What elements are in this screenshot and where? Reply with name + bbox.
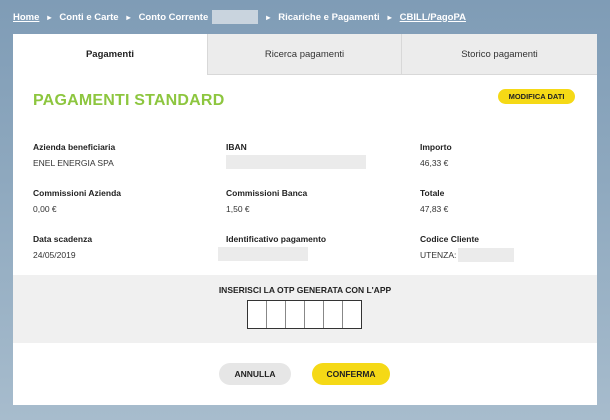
breadcrumb-conti-e-carte[interactable]: Conti e Carte (59, 12, 118, 23)
conferma-button[interactable]: CONFERMA (312, 363, 390, 385)
azienda-label: Azienda beneficiaria (33, 142, 116, 152)
page-title: PAGAMENTI STANDARD (33, 92, 225, 109)
breadcrumb: Home ▸ Conti e Carte ▸ Conto Corrente ▸ … (13, 9, 466, 25)
tab-pagamenti[interactable]: Pagamenti (13, 34, 207, 75)
tab-ricerca-pagamenti[interactable]: Ricerca pagamenti (207, 34, 401, 75)
importo-value: 46,33 € (420, 158, 449, 168)
totale-value: 47,83 € (420, 204, 449, 214)
otp-digit-2[interactable] (267, 301, 286, 328)
modifica-dati-button[interactable]: MODIFICA DATI (498, 89, 575, 104)
action-buttons: ANNULLA CONFERMA (13, 363, 597, 387)
payment-card: Pagamenti Ricerca pagamenti Storico paga… (13, 34, 597, 405)
scadenza-value: 24/05/2019 (33, 250, 76, 260)
breadcrumb-separator-icon: ▸ (126, 12, 131, 22)
redacted-identificativo (218, 247, 308, 261)
field-azienda: Azienda beneficiaria ENEL ENERGIA SPA (33, 142, 115, 168)
comm-banca-value: 1,50 € (226, 204, 250, 214)
annulla-button[interactable]: ANNULLA (219, 363, 291, 385)
breadcrumb-ricariche-e-pagamenti[interactable]: Ricariche e Pagamenti (278, 12, 379, 23)
field-data-scadenza: Data scadenza 24/05/2019 (33, 234, 92, 260)
comm-azienda-value: 0,00 € (33, 204, 57, 214)
identificativo-value-wrap (218, 247, 326, 261)
title-row: PAGAMENTI STANDARD MODIFICA DATI (13, 75, 597, 125)
iban-value-wrap (226, 155, 366, 169)
azienda-value: ENEL ENERGIA SPA (33, 158, 114, 168)
field-totale: Totale 47,83 € (420, 188, 448, 214)
breadcrumb-separator-icon: ▸ (266, 12, 271, 22)
otp-input[interactable] (247, 300, 362, 329)
codice-value: UTENZA: (420, 250, 457, 260)
identificativo-label: Identificativo pagamento (226, 234, 327, 244)
otp-digit-4[interactable] (305, 301, 324, 328)
comm-azienda-label: Commissioni Azienda (33, 188, 122, 198)
iban-label: IBAN (226, 142, 247, 152)
field-iban: IBAN (226, 142, 366, 169)
tab-bar: Pagamenti Ricerca pagamenti Storico paga… (13, 34, 597, 75)
redacted-iban (226, 155, 366, 169)
otp-digit-1[interactable] (248, 301, 267, 328)
otp-digit-5[interactable] (324, 301, 343, 328)
field-importo: Importo 46,33 € (420, 142, 452, 168)
breadcrumb-cbill-pagopa[interactable]: CBILL/PagoPA (400, 12, 466, 23)
otp-section: INSERISCI LA OTP GENERATA CON L'APP (13, 275, 597, 343)
field-commissioni-azienda: Commissioni Azienda 0,00 € (33, 188, 121, 214)
otp-label: INSERISCI LA OTP GENERATA CON L'APP (218, 285, 392, 295)
codice-label: Codice Cliente (420, 234, 480, 244)
breadcrumb-separator-icon: ▸ (387, 12, 392, 22)
breadcrumb-home[interactable]: Home (13, 12, 39, 23)
redacted-codice (458, 248, 515, 262)
comm-banca-label: Commissioni Banca (226, 188, 308, 198)
scadenza-label: Data scadenza (33, 234, 93, 244)
field-commissioni-banca: Commissioni Banca 1,50 € (226, 188, 307, 214)
codice-value-wrap: UTENZA: (420, 248, 515, 262)
field-codice-cliente: Codice Cliente UTENZA: (420, 234, 515, 262)
field-identificativo: Identificativo pagamento (218, 234, 327, 261)
redacted-account-number (212, 10, 259, 24)
importo-label: Importo (420, 142, 452, 152)
otp-digit-3[interactable] (286, 301, 305, 328)
totale-label: Totale (420, 188, 445, 198)
otp-digit-6[interactable] (343, 301, 361, 328)
breadcrumb-conto-corrente[interactable]: Conto Corrente (139, 12, 209, 23)
breadcrumb-separator-icon: ▸ (47, 12, 52, 22)
tab-storico-pagamenti[interactable]: Storico pagamenti (401, 34, 597, 75)
